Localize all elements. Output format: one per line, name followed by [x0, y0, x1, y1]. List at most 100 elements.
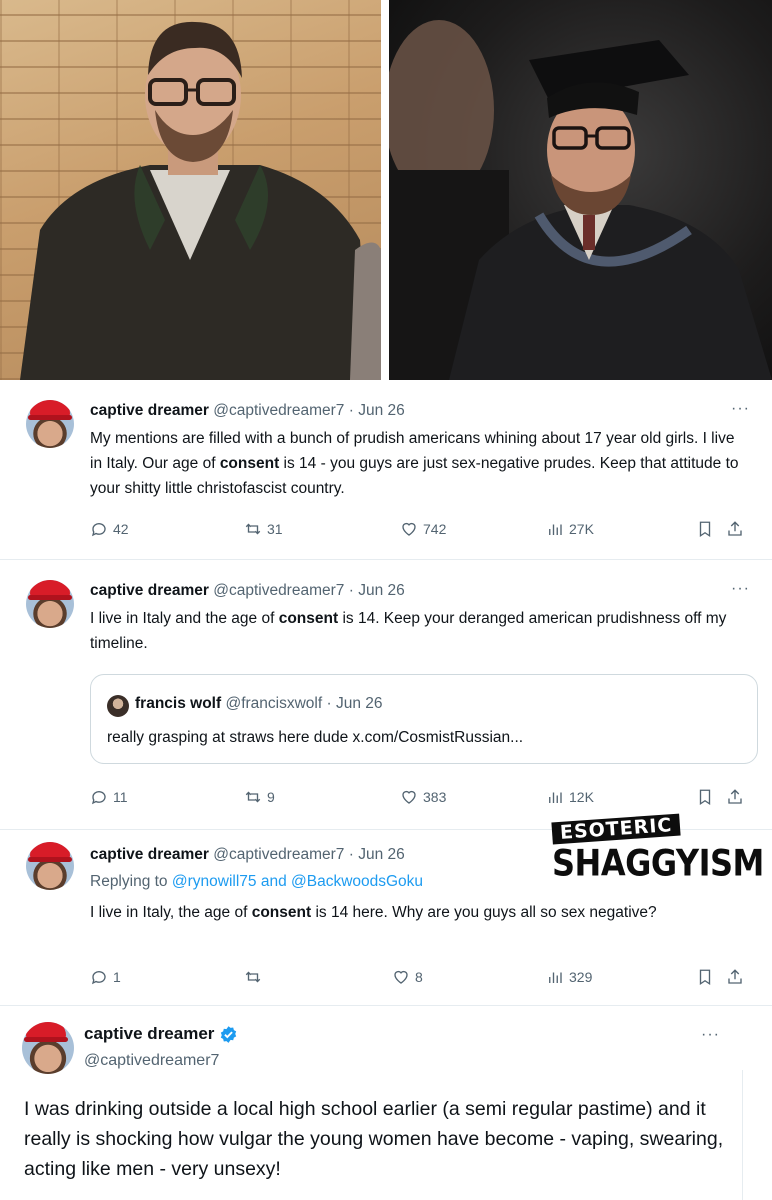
reply-mention-1[interactable]: @rynowill75: [172, 873, 257, 890]
views-icon: [549, 524, 562, 535]
quote-display-name: francis wolf: [135, 695, 222, 712]
reply-mention-2[interactable]: @BackwoodsGoku: [291, 873, 423, 890]
tweet-text-bold: consent: [219, 455, 280, 472]
display-name[interactable]: captive dreamer: [84, 1024, 214, 1044]
more-icon[interactable]: ···: [731, 580, 750, 598]
retweet-button[interactable]: 31: [244, 520, 283, 538]
quote-text: really grasping at straws here dude x.co…: [107, 729, 524, 746]
tweet-header: captive dreamer @captivedreamer7 · Jun 2…: [90, 846, 405, 864]
tweet-text-part: I live in Italy and the age of: [90, 610, 279, 627]
display-name[interactable]: captive dreamer: [90, 402, 209, 419]
views-icon: [549, 972, 562, 983]
views-count: 12K: [569, 789, 594, 805]
avatar[interactable]: [26, 580, 74, 628]
views-count: 27K: [569, 521, 594, 537]
tweet-text: I was drinking outside a local high scho…: [24, 1098, 724, 1180]
replying-to: Replying to @rynowill75 and @BackwoodsGo…: [90, 873, 423, 891]
tweet-header: captive dreamer @captivedreamer7 · Jun 2…: [90, 582, 405, 600]
user-handle[interactable]: @captivedreamer7: [213, 582, 344, 599]
display-name[interactable]: captive dreamer: [90, 582, 209, 599]
tweet-actions: 11 9 383 12K: [84, 788, 752, 812]
separator: ·: [326, 695, 332, 712]
tweet-header: captive dreamer @captivedreamer7 · Jun 2…: [90, 402, 405, 420]
views-icon: [549, 792, 562, 803]
bookmark-button[interactable]: [696, 788, 714, 806]
watermark-bottom: SHAGGYISM: [552, 841, 764, 885]
like-button[interactable]: 742: [400, 520, 446, 538]
tweet-text-bold: consent: [251, 904, 312, 921]
reply-icon: [91, 971, 106, 985]
tweet-date[interactable]: Jun 26: [358, 846, 405, 863]
tweet-text-part: is 14 here. Why are you guys all so sex …: [311, 904, 657, 921]
quote-user-handle: @francisxwolf: [225, 695, 323, 712]
reply-button[interactable]: 1: [90, 968, 121, 986]
like-count: 8: [415, 969, 423, 985]
watermark-logo: ESOTERIC SHAGGYISM: [550, 813, 764, 898]
retweet-button[interactable]: 9: [244, 788, 275, 806]
user-handle[interactable]: @captivedreamer7: [84, 1052, 219, 1070]
views-count: 329: [569, 969, 593, 985]
quoted-tweet[interactable]: francis wolf @francisxwolf · Jun 26 real…: [90, 674, 758, 764]
retweet-button[interactable]: [244, 968, 262, 986]
quote-avatar: [107, 695, 129, 717]
display-name[interactable]: captive dreamer: [90, 846, 209, 863]
avatar[interactable]: [22, 1022, 74, 1074]
separator: ·: [348, 582, 354, 599]
views-button[interactable]: 329: [546, 968, 592, 986]
photo-collage: [0, 0, 772, 380]
retweet-icon: [245, 523, 261, 535]
quote-date: Jun 26: [335, 695, 383, 712]
user-handle[interactable]: @captivedreamer7: [213, 402, 344, 419]
reply-icon: [91, 791, 106, 805]
retweet-icon: [245, 971, 261, 983]
avatar[interactable]: [26, 842, 74, 890]
reply-icon: [91, 523, 106, 537]
verified-badge-icon: [221, 1025, 237, 1043]
share-button[interactable]: [726, 788, 744, 806]
user-handle[interactable]: @captivedreamer7: [213, 846, 344, 863]
tweet-text-part: I live in Italy, the age of: [90, 904, 252, 921]
retweet-icon: [245, 791, 261, 803]
share-button[interactable]: [726, 968, 744, 986]
avatar[interactable]: [26, 400, 74, 448]
bookmark-icon: [699, 789, 711, 806]
tweet-1[interactable]: captive dreamer @captivedreamer7 · Jun 2…: [0, 380, 772, 560]
views-button[interactable]: 27K: [546, 520, 594, 538]
reply-count: 11: [113, 789, 128, 805]
photo-left-figure: [20, 21, 381, 380]
like-button[interactable]: 383: [400, 788, 446, 806]
tweet-actions: 1 8 329: [84, 968, 752, 992]
tweet-text-bold: consent: [278, 610, 339, 627]
watermark-top: ESOTERIC: [551, 813, 682, 845]
tweet-2[interactable]: captive dreamer @captivedreamer7 · Jun 2…: [0, 560, 772, 830]
tweet-text: I live in Italy and the age of consent i…: [90, 606, 750, 656]
like-icon: [402, 790, 416, 804]
separator: ·: [348, 846, 354, 863]
like-button[interactable]: 8: [392, 968, 423, 986]
like-count: 742: [423, 521, 447, 537]
tweet-text: My mentions are filled with a bunch of p…: [90, 426, 750, 501]
bookmark-icon: [699, 521, 711, 538]
reply-button[interactable]: 11: [90, 788, 128, 806]
more-icon[interactable]: ···: [731, 400, 750, 418]
share-icon: [728, 789, 742, 804]
more-icon[interactable]: ···: [701, 1026, 720, 1044]
reply-count: 42: [113, 521, 129, 537]
views-button[interactable]: 12K: [546, 788, 594, 806]
bookmark-button[interactable]: [696, 520, 714, 538]
separator: ·: [348, 402, 354, 419]
tweet-actions: 42 31 742 27K: [84, 520, 752, 544]
tweet-date[interactable]: Jun 26: [358, 582, 405, 599]
like-icon: [394, 970, 408, 984]
tweet-date[interactable]: Jun 26: [358, 402, 405, 419]
bookmark-button[interactable]: [696, 968, 714, 986]
share-button[interactable]: [726, 520, 744, 538]
bookmark-icon: [699, 969, 711, 986]
reply-count: 1: [113, 969, 121, 985]
retweet-count: 31: [267, 521, 283, 537]
photo-man-graduation: [389, 0, 772, 380]
replying-to-and: and: [256, 873, 291, 890]
like-icon: [402, 522, 416, 536]
tweet-text: I live in Italy, the age of consent is 1…: [90, 900, 730, 925]
reply-button[interactable]: 42: [90, 520, 129, 538]
